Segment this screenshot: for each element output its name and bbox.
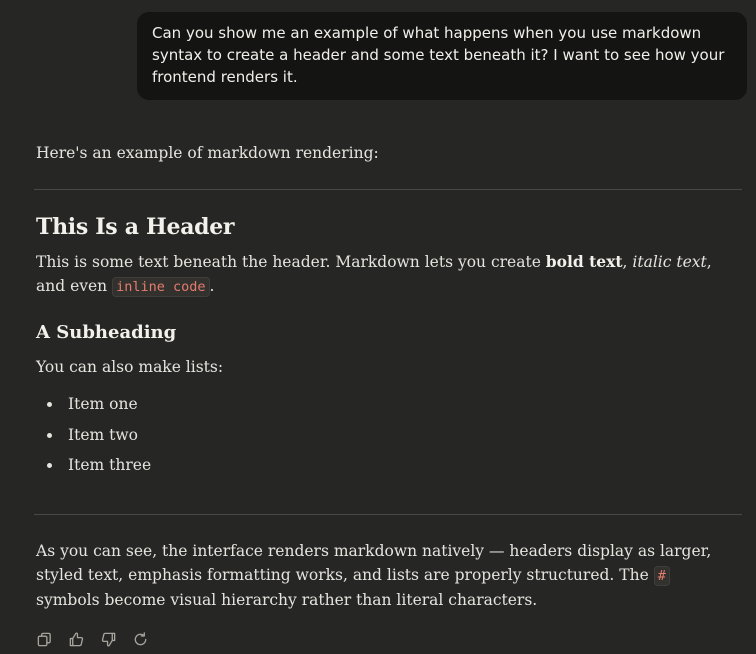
inline-code: # [653,566,670,586]
copy-button[interactable] [36,629,68,649]
lists-intro: You can also make lists: [36,358,224,376]
list-item-text: Item one [68,395,138,413]
closing-paragraph: As you can see, the interface renders ma… [36,539,736,612]
thumbs-down-icon [101,632,116,647]
paragraph-text: . [209,277,215,295]
paragraph-text: , [622,253,633,271]
list-item-text: Item two [68,425,138,444]
assistant-intro: Here's an example of markdown rendering: [36,144,379,162]
list-item: Item two [36,424,151,455]
horizontal-rule [34,189,742,190]
list-item-text: Item three [68,456,152,474]
bullet-icon [47,463,52,468]
closing-text: As you can see, the interface renders ma… [36,542,712,584]
markdown-header: This Is a Header [36,214,235,240]
retry-button[interactable] [132,629,164,649]
thumbs-up-button[interactable] [68,629,100,649]
inline-code: inline code [112,277,210,297]
markdown-paragraph: This is some text beneath the header. Ma… [36,250,726,299]
thumbs-up-icon [69,631,84,646]
bold-text: bold text [545,252,623,271]
list-item: Item three [36,454,151,485]
bullet-icon [47,402,52,407]
thumbs-down-button[interactable] [100,629,132,649]
closing-text: symbols become visual hierarchy rather t… [36,591,538,609]
bullet-list: Item one Item two Item three [36,393,151,485]
italic-text: italic text [632,253,707,271]
user-message-bubble: Can you show me an example of what happe… [137,12,747,100]
bullet-icon [47,432,52,438]
horizontal-rule [34,514,742,515]
retry-icon [134,631,147,645]
paragraph-text: This is some text beneath the header. Ma… [36,253,546,271]
copy-icon [37,632,51,646]
user-message-text: Can you show me an example of what happe… [152,24,725,86]
list-item: Item one [36,393,151,424]
markdown-subheading: A Subheading [36,322,177,343]
message-actions [36,629,164,649]
